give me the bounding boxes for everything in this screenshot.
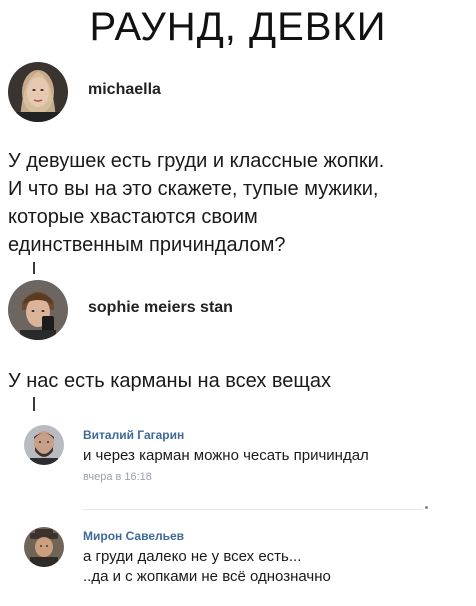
- man-selfie-avatar-icon: [8, 280, 68, 340]
- post1-line: которые хвастаются своим: [8, 206, 258, 228]
- comment-text: и через карман можно чесать причиндал: [83, 446, 369, 466]
- post1-line: У девушек есть груди и классные жопки.: [8, 150, 385, 172]
- post2-line: У нас есть карманы на всех вещах: [8, 370, 331, 392]
- comment-line: и через карман можно чесать причиндал: [83, 447, 369, 464]
- comment-divider: [83, 509, 423, 510]
- michaella-avatar[interactable]: [8, 62, 68, 122]
- post1-line: И что вы на это скажете, тупые мужики,: [8, 178, 379, 200]
- post1-text: У девушек есть груди и классные жопки. И…: [8, 147, 384, 259]
- comment-avatar-vitaliy[interactable]: [24, 425, 64, 465]
- comment-author-name[interactable]: Мирон Савельев: [83, 528, 184, 544]
- man-in-hat-avatar-icon: [24, 527, 64, 567]
- woman-portrait-avatar-icon: [8, 62, 68, 122]
- sophie-meiers-stan-avatar[interactable]: [8, 280, 68, 340]
- thread-connector: [33, 262, 35, 274]
- bearded-man-avatar-icon: [24, 425, 64, 465]
- comment-author-name[interactable]: Виталий Гагарин: [83, 427, 184, 443]
- post2-text: У нас есть карманы на всех вещах: [8, 367, 331, 395]
- sophie-meiers-stan-username[interactable]: sophie meiers stan: [88, 299, 233, 317]
- michaella-username[interactable]: michaella: [88, 81, 161, 99]
- thread-connector: [33, 397, 35, 411]
- meme-headline: РАУНД, ДЕВКИ: [89, 5, 387, 49]
- comment-line: ..да и с жопками не всё однозначно: [83, 568, 331, 585]
- separator-dot: [425, 506, 428, 509]
- post1-line: единственным причиндалом?: [8, 234, 286, 256]
- comment-timestamp[interactable]: вчера в 16:18: [83, 470, 152, 484]
- comment-line: а груди далеко не у всех есть...: [83, 548, 302, 565]
- comment-avatar-miron[interactable]: [24, 527, 64, 567]
- comment-text: а груди далеко не у всех есть... ..да и …: [83, 547, 331, 587]
